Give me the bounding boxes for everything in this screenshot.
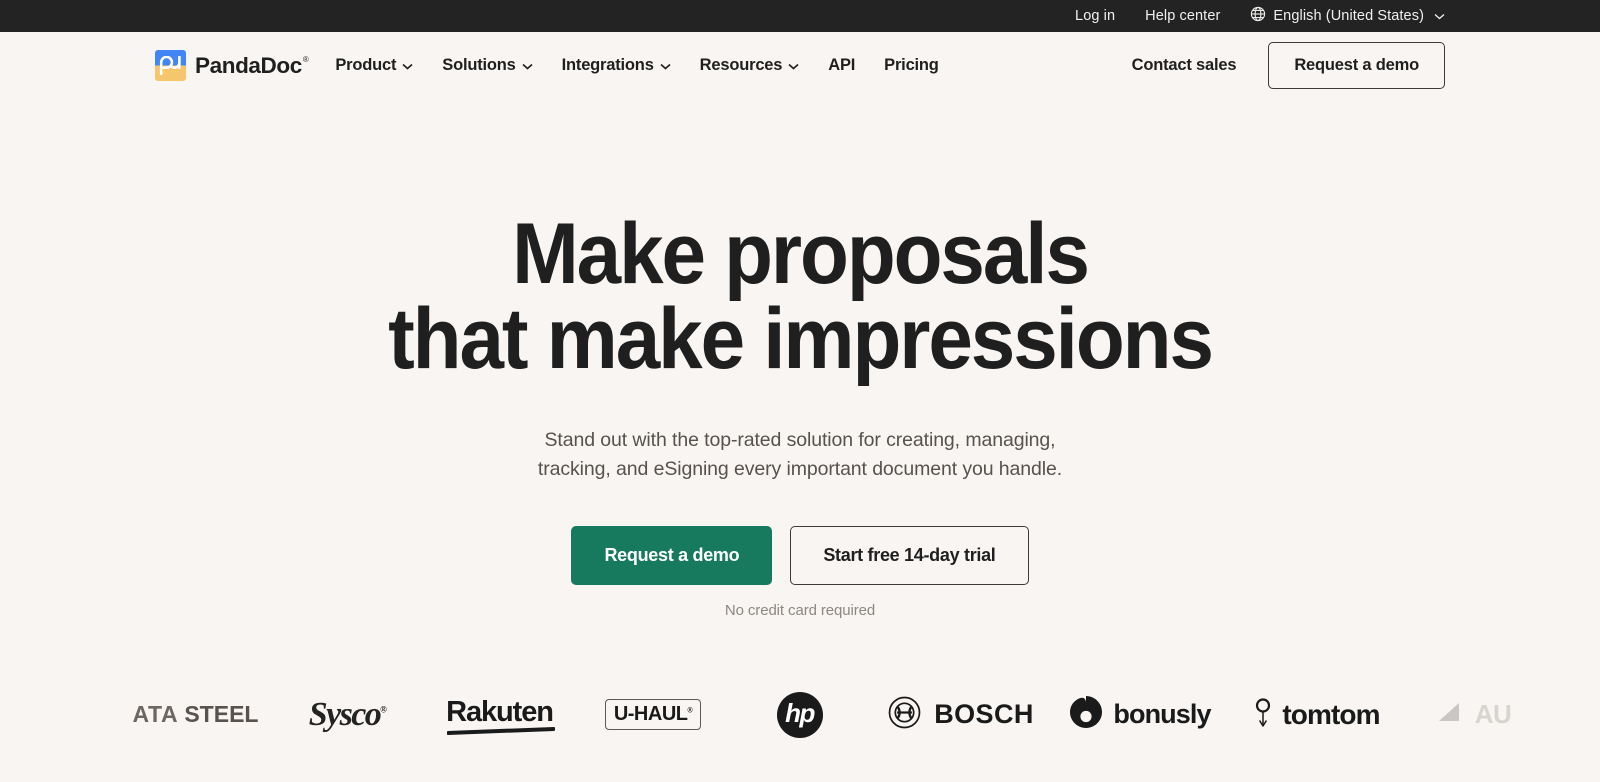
login-link[interactable]: Log in <box>1075 8 1115 24</box>
logo-bosch: BOSCH <box>871 680 1051 750</box>
logo-track: ATA STEEL Sysco® Rakuten U-HAUL® hp BOSC… <box>0 680 1600 750</box>
headline-line-1: Make proposals <box>512 206 1090 302</box>
language-label: English (United States) <box>1273 8 1424 24</box>
nav-actions: Contact sales Request a demo <box>1132 42 1445 89</box>
start-free-trial-button[interactable]: Start free 14-day trial <box>790 525 1029 585</box>
logo-bonusly: bonusly <box>1051 680 1229 750</box>
nav-item-label: Integrations <box>561 56 654 74</box>
bosch-wordmark: BOSCH <box>934 699 1034 730</box>
nav-links: Product Solutions Integrations Resources <box>335 56 939 75</box>
hero-subheadline: Stand out with the top-rated solution fo… <box>0 426 1600 484</box>
triangle-mark-icon <box>1437 701 1467 728</box>
chevron-down-icon <box>660 56 671 75</box>
nav-item-label: Resources <box>699 56 783 74</box>
globe-icon <box>1250 6 1266 26</box>
logo-partial-next: AU <box>1404 680 1544 750</box>
nav-item-label: Pricing <box>884 56 939 74</box>
chevron-down-icon <box>522 56 533 75</box>
nav-item-label: Solutions <box>442 56 516 74</box>
request-demo-nav-button[interactable]: Request a demo <box>1268 42 1445 89</box>
no-credit-card-note: No credit card required <box>724 601 876 619</box>
trademark-symbol: ® <box>302 55 309 64</box>
subheadline-line-1: Stand out with the top-rated solution fo… <box>544 429 1056 452</box>
sysco-wordmark: Sysco® <box>308 695 387 733</box>
logo-hp: hp <box>728 680 871 750</box>
nav-item-label: Product <box>335 56 397 74</box>
logo-tomtom: tomtom <box>1229 680 1404 750</box>
nav-item-pricing[interactable]: Pricing <box>884 56 939 75</box>
brand-name: PandaDoc® <box>195 52 309 78</box>
hero-cta-row: Request a demo Start free 14-day trial <box>0 525 1600 585</box>
bonusly-circle-icon <box>1069 695 1103 734</box>
nav-item-resources[interactable]: Resources <box>700 56 800 75</box>
bonusly-wordmark: bonusly <box>1113 699 1211 730</box>
uhaul-wordmark: U-HAUL® <box>613 703 693 726</box>
page-title: Make proposals that make impressions <box>56 211 1544 388</box>
top-utility-bar: Log in Help center English (United State… <box>0 0 1600 32</box>
chevron-down-icon <box>788 56 799 75</box>
tata-steel-wordmark: ATA STEEL <box>132 701 259 728</box>
chevron-down-icon <box>402 56 413 75</box>
contact-sales-link[interactable]: Contact sales <box>1132 56 1237 75</box>
brand-logo[interactable]: PandaDoc® <box>155 50 309 81</box>
tomtom-wordmark: tomtom <box>1282 698 1380 730</box>
nav-item-integrations[interactable]: Integrations <box>562 56 671 75</box>
pandadoc-logo-icon <box>155 50 186 81</box>
rakuten-wordmark: Rakuten <box>446 696 554 733</box>
logo-rakuten: Rakuten <box>421 680 578 750</box>
bosch-emblem-icon <box>888 696 921 734</box>
hp-circle-mark: hp <box>776 691 823 738</box>
partial-wordmark: AU <box>1474 699 1512 730</box>
nav-item-label: API <box>828 56 856 74</box>
hp-wordmark: hp <box>785 698 815 729</box>
location-pin-icon <box>1253 696 1273 733</box>
request-demo-button[interactable]: Request a demo <box>571 525 773 585</box>
help-center-link[interactable]: Help center <box>1145 8 1220 24</box>
nav-item-product[interactable]: Product <box>335 56 413 75</box>
headline-line-2: that make impressions <box>388 291 1214 388</box>
uhaul-badge: U-HAUL® <box>604 699 702 731</box>
customer-logo-strip: ATA STEEL Sysco® Rakuten U-HAUL® hp BOSC… <box>0 679 1600 750</box>
logo-sysco: Sysco® <box>273 680 421 750</box>
main-navigation: PandaDoc® Product Solutions Integrations… <box>0 32 1600 99</box>
subheadline-line-2: tracking, and eSigning every important d… <box>537 458 1063 481</box>
hero-section: Make proposals that make impressions Sta… <box>0 99 1600 619</box>
nav-item-api[interactable]: API <box>828 56 855 75</box>
language-selector[interactable]: English (United States) <box>1250 6 1445 26</box>
nav-item-solutions[interactable]: Solutions <box>442 56 533 75</box>
chevron-down-icon <box>1434 8 1445 24</box>
logo-tata-steel: ATA STEEL <box>118 680 273 750</box>
logo-u-haul: U-HAUL® <box>578 680 728 750</box>
